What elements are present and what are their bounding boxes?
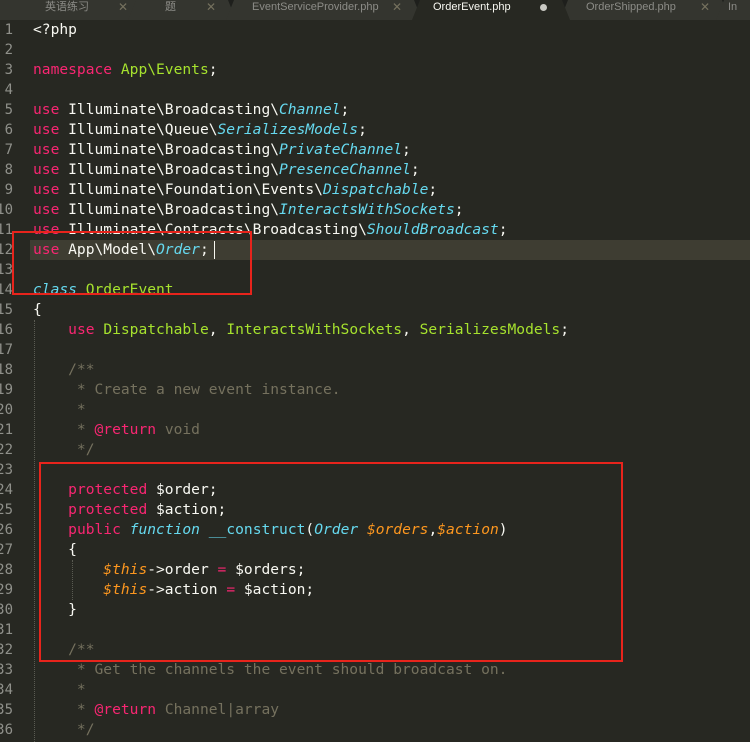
code-line-20: * [33, 401, 86, 418]
tab-order-shipped[interactable]: OrderShipped.php ✕ [560, 0, 730, 20]
code-line-21: * @return void [33, 421, 200, 438]
close-icon[interactable]: ✕ [206, 0, 216, 14]
tab-label: 题 [165, 1, 176, 13]
code-line-5: use Illuminate\Broadcasting\Channel; [33, 101, 350, 118]
tab-label: 英语练习 [45, 1, 89, 13]
tab-bar: 英语练习 ✕ 题 ✕ EventServiceProvider.php ✕ Or… [0, 0, 750, 20]
code-line-7: use Illuminate\Broadcasting\PrivateChann… [33, 141, 411, 158]
code-line-15: { [33, 301, 42, 318]
modified-dot-icon[interactable] [540, 4, 547, 11]
code-line-22: */ [33, 441, 95, 458]
code-line-34: * [33, 681, 86, 698]
annotation-box-constructor [39, 462, 623, 662]
tab-label: OrderShipped.php [586, 1, 676, 13]
code-line-18: /** [33, 361, 95, 378]
code-line-35: * @return Channel|array [33, 701, 280, 718]
close-icon[interactable]: ✕ [118, 0, 128, 14]
code-line-1: <?php [33, 21, 77, 38]
code-line-36: */ [33, 721, 95, 738]
code-line-3: namespace App\Events; [33, 61, 218, 78]
close-icon[interactable]: ✕ [392, 0, 402, 14]
code-line-33: * Get the channels the event should broa… [33, 661, 508, 678]
tab-questions[interactable]: 题 ✕ [128, 0, 236, 20]
tab-label: OrderEvent.php [433, 1, 511, 13]
tab-english-practice[interactable]: 英语练习 ✕ [0, 0, 146, 20]
code-line-6: use Illuminate\Queue\SerializesModels; [33, 121, 367, 138]
code-line-19: * Create a new event instance. [33, 381, 341, 398]
tab-label: In [728, 1, 738, 13]
code-line-10: use Illuminate\Broadcasting\InteractsWit… [33, 201, 464, 218]
code-line-9: use Illuminate\Foundation\Events\Dispatc… [33, 181, 438, 198]
code-line-8: use Illuminate\Broadcasting\PresenceChan… [33, 161, 420, 178]
tab-order-event[interactable]: OrderEvent.php [412, 0, 570, 20]
tab-label: EventServiceProvider.php [252, 1, 379, 13]
close-icon[interactable]: ✕ [700, 0, 710, 14]
annotation-box-import [12, 231, 252, 295]
tab-event-service-provider[interactable]: EventServiceProvider.php ✕ [226, 0, 422, 20]
code-editor[interactable]: <?php namespace App\Events; use Illumina… [0, 20, 750, 742]
code-line-16: use Dispatchable, InteractsWithSockets, … [68, 321, 570, 338]
